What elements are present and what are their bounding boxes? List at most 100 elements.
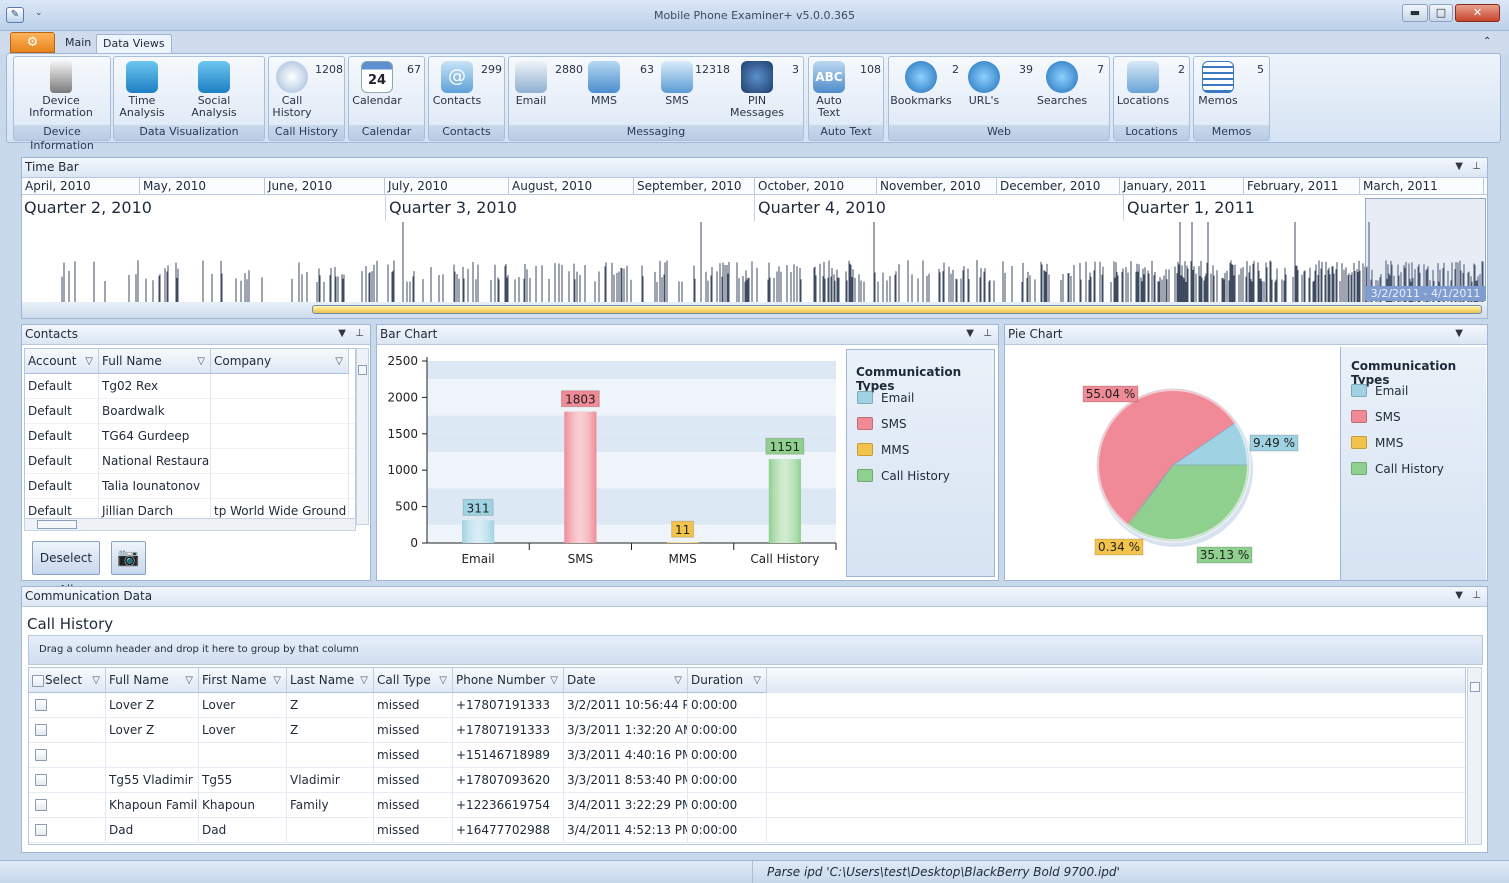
- table-row[interactable]: Dad Dad missed +16477702988 3/4/2011 4:52:13…: [29, 818, 1465, 843]
- filter-icon[interactable]: ▽: [674, 668, 682, 693]
- contacts-vscroll-thumb[interactable]: [358, 365, 367, 375]
- pin-icon[interactable]: ⊥: [1472, 590, 1481, 601]
- tab-data-views[interactable]: Data Views: [96, 34, 172, 54]
- table-row[interactable]: Default National Restaurant: [25, 449, 355, 474]
- timebar-month[interactable]: August, 2010: [509, 178, 634, 194]
- panel-menu-icon[interactable]: ▼: [338, 328, 346, 339]
- pin-messages-button[interactable]: PIN Messages: [725, 61, 789, 123]
- urls-button[interactable]: URL's: [952, 61, 1016, 123]
- filter-icon[interactable]: ▽: [360, 668, 368, 693]
- tab-main[interactable]: Main: [59, 34, 97, 54]
- calendar-button[interactable]: 24 Calendar: [345, 61, 409, 123]
- timebar-events[interactable]: [22, 218, 1487, 302]
- pin-icon[interactable]: ⊥: [355, 328, 364, 339]
- table-row[interactable]: Khapoun Family Khapoun Family missed +122366…: [29, 793, 1465, 818]
- group-by-panel[interactable]: Drag a column header and drop it here to…: [28, 635, 1483, 665]
- time-analysis-button[interactable]: Time Analysis: [110, 61, 174, 123]
- searches-button[interactable]: Searches: [1030, 61, 1094, 123]
- legend-item[interactable]: Email: [857, 390, 987, 408]
- timebar-month[interactable]: March, 2011: [1360, 178, 1484, 194]
- row-checkbox[interactable]: [35, 699, 47, 711]
- locations-button[interactable]: Locations: [1111, 61, 1175, 123]
- table-row[interactable]: Lover Z Lover Zmissed +17807191333 3/3/2011 …: [29, 718, 1465, 743]
- timebar-scroll-thumb[interactable]: [312, 305, 1482, 314]
- contacts-column-header[interactable]: Account ▽: [25, 349, 99, 374]
- table-row[interactable]: Default Tg02 Rex: [25, 374, 355, 399]
- call-history-column-header[interactable]: Call Type ▽: [374, 668, 453, 693]
- call-history-column-header[interactable]: Duration ▽: [688, 668, 767, 693]
- table-row[interactable]: Default Talia Iounatonov: [25, 474, 355, 499]
- filter-icon[interactable]: ▽: [439, 668, 447, 693]
- row-checkbox[interactable]: [35, 724, 47, 736]
- timebar-month[interactable]: June, 2010: [265, 178, 385, 194]
- row-checkbox[interactable]: [35, 799, 47, 811]
- timebar-month[interactable]: December, 2010: [997, 178, 1120, 194]
- call-history-vscroll-thumb[interactable]: [1470, 682, 1480, 692]
- table-row[interactable]: Lover Z Lover Zmissed +17807191333 3/2/2011 …: [29, 693, 1465, 718]
- filter-icon[interactable]: ▽: [753, 668, 761, 693]
- pin-icon[interactable]: ⊥: [1472, 161, 1481, 172]
- contacts-button[interactable]: @ Contacts: [425, 61, 489, 123]
- panel-menu-icon[interactable]: ▼: [1455, 328, 1463, 339]
- device-information-button[interactable]: Device Information: [29, 61, 93, 123]
- row-checkbox[interactable]: [35, 774, 47, 786]
- pin-icon[interactable]: ⊥: [983, 328, 992, 339]
- call-history-column-header[interactable]: Select ▽: [29, 668, 106, 693]
- filter-icon[interactable]: ▽: [335, 349, 343, 374]
- legend-item[interactable]: Email: [1351, 383, 1481, 401]
- select-all-checkbox[interactable]: [32, 674, 44, 687]
- timebar-month[interactable]: September, 2010: [634, 178, 755, 194]
- panel-menu-icon[interactable]: ▼: [1455, 590, 1463, 601]
- table-row[interactable]: Default Boardwalk: [25, 399, 355, 424]
- legend-item[interactable]: Call History: [857, 468, 987, 486]
- filter-icon[interactable]: ▽: [185, 668, 193, 693]
- row-checkbox[interactable]: [35, 749, 47, 761]
- minimize-button[interactable]: ▬: [1402, 4, 1428, 22]
- table-row[interactable]: Tg55 Vladimir Tg55 Vladimir missed +17807093…: [29, 768, 1465, 793]
- legend-item[interactable]: Call History: [1351, 461, 1481, 479]
- filter-icon[interactable]: ▽: [550, 668, 558, 693]
- timebar-month[interactable]: May, 2010: [140, 178, 265, 194]
- call-history-column-header[interactable]: Last Name ▽: [287, 668, 374, 693]
- timebar-month[interactable]: January, 2011: [1120, 178, 1244, 194]
- timebar-month[interactable]: July, 2010: [385, 178, 509, 194]
- row-checkbox[interactable]: [35, 824, 47, 836]
- call-history-vscrollbar[interactable]: [1467, 667, 1482, 845]
- deselect-all-button[interactable]: Deselect All: [32, 541, 100, 597]
- filter-icon[interactable]: ▽: [197, 349, 205, 374]
- filter-icon[interactable]: ▽: [85, 349, 93, 374]
- filter-icon[interactable]: ▽: [92, 668, 100, 693]
- contacts-hscrollbar[interactable]: [24, 518, 356, 531]
- contacts-hscroll-thumb[interactable]: [37, 520, 77, 529]
- auto-text-button[interactable]: ABC Auto Text: [797, 61, 861, 123]
- contacts-column-header[interactable]: Full Name ▽: [99, 349, 211, 374]
- close-button[interactable]: ✕: [1455, 4, 1500, 22]
- panel-menu-icon[interactable]: ▼: [1455, 161, 1463, 172]
- maximize-button[interactable]: □: [1429, 4, 1453, 22]
- timebar-scrollbar[interactable]: [22, 302, 1487, 318]
- legend-item[interactable]: SMS: [857, 416, 987, 434]
- legend-item[interactable]: MMS: [857, 442, 987, 460]
- contacts-column-header[interactable]: Company ▽: [211, 349, 349, 374]
- timebar-month[interactable]: February, 2011: [1244, 178, 1360, 194]
- panel-menu-icon[interactable]: ▼: [966, 328, 974, 339]
- timebar-month[interactable]: November, 2010: [877, 178, 997, 194]
- collapse-ribbon-icon[interactable]: ⌃: [1483, 36, 1491, 47]
- application-menu-button[interactable]: ⚙: [10, 32, 55, 53]
- social-analysis-button[interactable]: Social Analysis: [182, 61, 246, 123]
- mms-button[interactable]: MMS: [572, 61, 636, 123]
- timebar-month[interactable]: April, 2010: [22, 178, 140, 194]
- legend-item[interactable]: SMS: [1351, 409, 1481, 427]
- camera-button[interactable]: 📷: [111, 541, 146, 575]
- email-button[interactable]: Email: [499, 61, 563, 123]
- call-history-column-header[interactable]: First Name ▽: [199, 668, 287, 693]
- table-row[interactable]: missed +15146718989 3/3/2011 4:40:16 PM 0:0…: [29, 743, 1465, 768]
- legend-item[interactable]: MMS: [1351, 435, 1481, 453]
- filter-icon[interactable]: ▽: [273, 668, 281, 693]
- timebar-month[interactable]: October, 2010: [755, 178, 877, 194]
- call-history-column-header[interactable]: Phone Number ▽: [453, 668, 564, 693]
- bookmarks-button[interactable]: Bookmarks: [889, 61, 953, 123]
- table-row[interactable]: Default TG64 Gurdeep: [25, 424, 355, 449]
- call-history-column-header[interactable]: Full Name ▽: [106, 668, 199, 693]
- contacts-vscrollbar[interactable]: [356, 348, 369, 525]
